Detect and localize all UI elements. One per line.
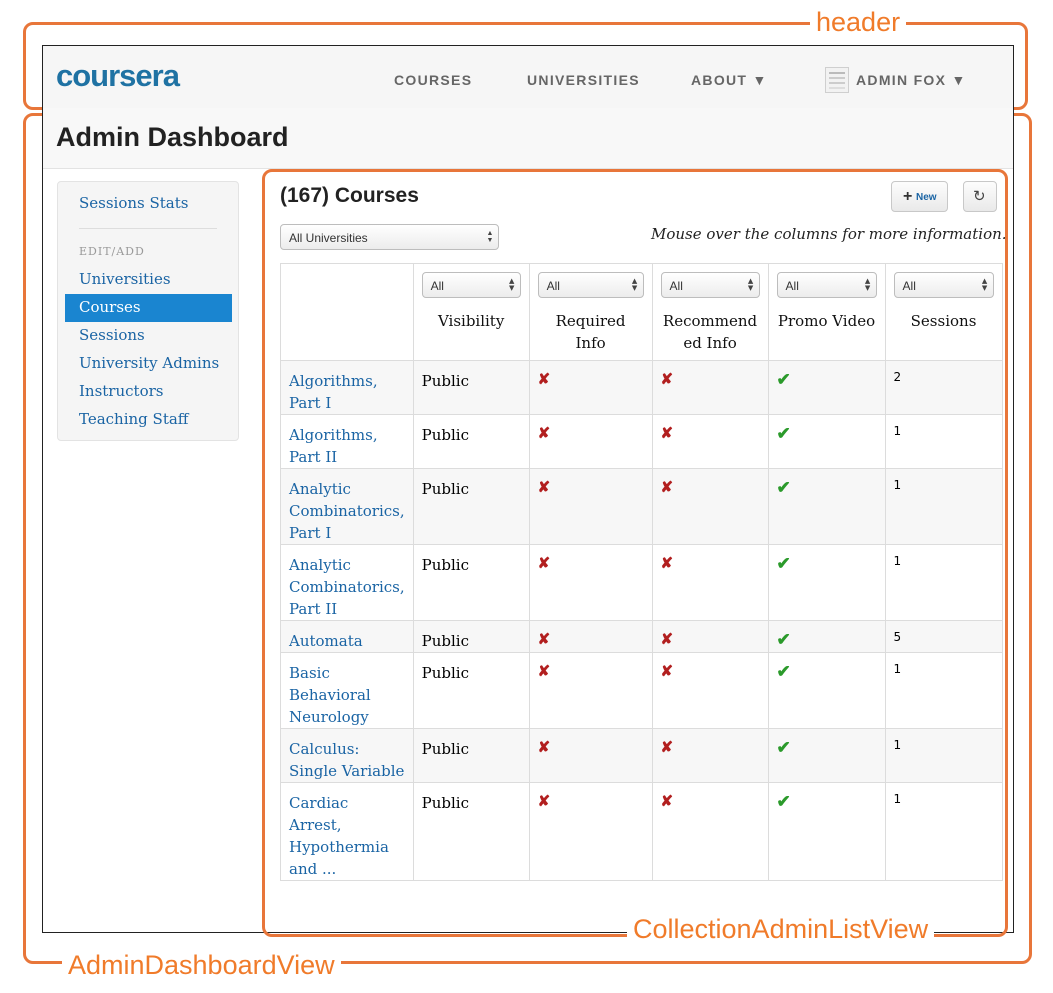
sidebar: Sessions Stats EDIT/ADD Universities Cou… <box>57 181 239 441</box>
sidebar-item-instructors[interactable]: Instructors <box>79 382 163 400</box>
sidebar-item-university-admins[interactable]: University Admins <box>79 354 219 372</box>
avatar[interactable] <box>825 67 849 93</box>
sidebar-item-sessions[interactable]: Sessions <box>79 326 145 344</box>
sidebar-item-courses[interactable]: Courses <box>65 294 232 322</box>
nav-about[interactable]: ABOUT ▼ <box>691 72 768 88</box>
list-annotation-label: CollectionAdminListView <box>627 914 935 944</box>
coursera-logo[interactable]: coursera <box>56 58 180 94</box>
page-title-bar: Admin Dashboard <box>43 108 1013 169</box>
header-annotation-label: header <box>810 7 907 37</box>
sidebar-item-label: Courses <box>79 298 141 316</box>
dashboard-annotation-label: AdminDashboardView <box>62 950 341 980</box>
list-annotation-box <box>262 169 1008 937</box>
nav-courses[interactable]: COURSES <box>394 72 472 88</box>
sidebar-heading: EDIT/ADD <box>79 245 145 258</box>
sidebar-divider <box>79 228 217 229</box>
nav-user-menu[interactable]: ADMIN FOX ▼ <box>856 72 967 88</box>
sidebar-item-sessions-stats[interactable]: Sessions Stats <box>79 194 188 212</box>
sidebar-item-teaching-staff[interactable]: Teaching Staff <box>79 410 188 428</box>
nav-universities[interactable]: UNIVERSITIES <box>527 72 640 88</box>
sidebar-item-universities[interactable]: Universities <box>79 270 171 288</box>
top-nav-bar: coursera COURSES UNIVERSITIES ABOUT ▼ AD… <box>43 46 1013 109</box>
page-title: Admin Dashboard <box>56 122 289 152</box>
